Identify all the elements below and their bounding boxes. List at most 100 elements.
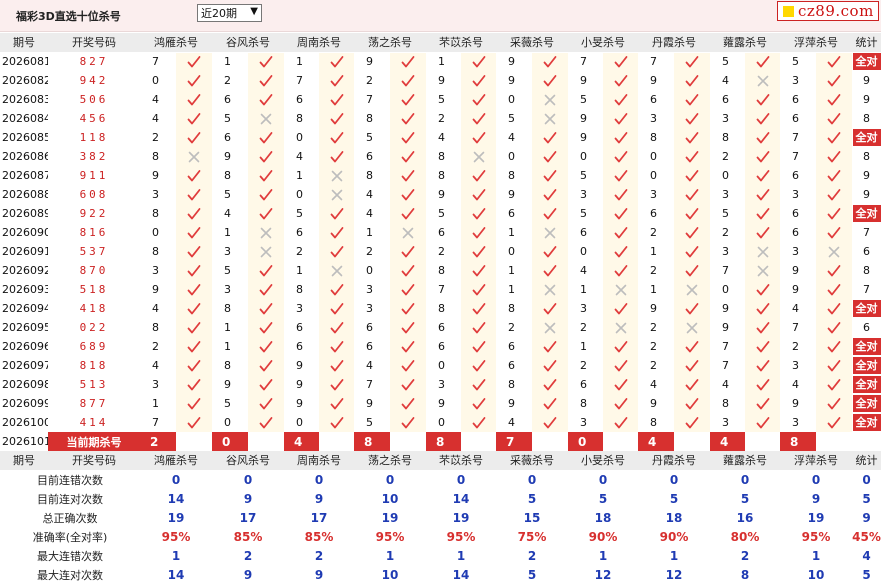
kill-number-cell: 5: [224, 188, 231, 201]
stats-value: 5: [568, 489, 638, 508]
stats-row: 目前连对次数 14 9 9 10 14 5 5 5 5 9 5: [0, 489, 881, 508]
result-mark-cell: [390, 261, 426, 280]
spacer-cell: [745, 432, 780, 451]
stats-value: 14: [140, 565, 212, 582]
current-kill-label: 当前期杀号: [48, 432, 140, 451]
kill-number-cell: 6: [366, 321, 373, 334]
check-mark-icon: [756, 131, 769, 143]
kill-number-cell: 4: [152, 112, 159, 125]
result-mark-cell: [248, 166, 284, 185]
check-mark-icon: [543, 169, 557, 181]
current-kill-number: 8: [780, 432, 816, 451]
check-mark-icon: [827, 112, 841, 124]
period-cell: 2026090: [2, 226, 48, 239]
check-mark-icon: [401, 340, 415, 352]
check-mark-icon: [259, 188, 273, 200]
result-mark-cell: [674, 242, 710, 261]
logo-square-icon: [783, 5, 794, 17]
result-mark-cell: [390, 280, 426, 299]
result-mark-cell: [603, 90, 638, 109]
kill-number-cell: 2: [152, 340, 159, 353]
spacer-cell: [248, 432, 284, 451]
check-mark-icon: [330, 112, 343, 124]
check-mark-icon: [543, 207, 557, 219]
kill-number-cell: 2: [366, 245, 373, 258]
kill-number-cell: 1: [296, 169, 303, 182]
stat-cell: 全对: [852, 204, 881, 223]
check-mark-icon: [401, 321, 415, 333]
check-mark-icon: [614, 169, 627, 181]
cross-mark-icon: [757, 246, 768, 257]
period-cell: 2026091: [2, 245, 48, 258]
col-header-expert: 谷风杀号: [212, 33, 284, 53]
kill-number-cell: 1: [508, 264, 515, 277]
kill-number-cell: 9: [508, 397, 515, 410]
check-mark-icon: [614, 131, 627, 143]
kill-number-cell: 8: [152, 207, 159, 220]
check-mark-icon: [756, 378, 769, 390]
col-header-expert: 荡之杀号: [354, 33, 426, 53]
check-mark-icon: [259, 150, 273, 162]
kill-number-cell: 3: [224, 245, 231, 258]
result-mark-cell: [603, 204, 638, 223]
result-mark-cell: [745, 261, 780, 280]
result-mark-cell: [603, 242, 638, 261]
draw-numbers-cell: 827: [79, 55, 109, 69]
kill-number-cell: 9: [792, 283, 799, 296]
draw-numbers-cell: 518: [79, 283, 109, 296]
stats-value: 1: [140, 546, 212, 565]
result-mark-cell: [532, 90, 568, 109]
draw-numbers-cell: 022: [79, 321, 109, 334]
result-mark-cell: [461, 166, 496, 185]
check-mark-icon: [543, 378, 557, 390]
check-mark-icon: [827, 226, 841, 238]
result-mark-cell: [674, 147, 710, 166]
kill-number-cell: 2: [152, 131, 159, 144]
check-mark-icon: [401, 188, 415, 200]
check-mark-icon: [472, 416, 485, 428]
stat-cell: 8: [863, 150, 870, 163]
site-logo[interactable]: cz89.com: [777, 1, 879, 21]
cross-mark-icon: [331, 265, 342, 276]
kill-number-cell: 2: [722, 150, 729, 163]
kill-number-cell: 7: [438, 283, 445, 296]
check-mark-icon: [543, 416, 557, 428]
cross-mark-icon: [544, 227, 556, 238]
draw-numbers-cell: 506: [79, 93, 109, 106]
kill-number-cell: 3: [580, 302, 587, 315]
kill-number-cell: 4: [366, 359, 373, 372]
result-mark-cell: [176, 90, 212, 109]
kill-number-cell: 9: [792, 397, 799, 410]
check-mark-icon: [685, 131, 699, 143]
stat-cell: 7: [863, 283, 870, 296]
check-mark-icon: [472, 245, 485, 257]
kill-number-cell: 7: [366, 93, 373, 106]
check-mark-icon: [401, 378, 415, 390]
check-mark-icon: [685, 340, 699, 352]
check-mark-icon: [685, 207, 699, 219]
kill-number-cell: 5: [580, 93, 587, 106]
kill-number-cell: 4: [650, 378, 657, 391]
check-mark-icon: [401, 112, 415, 124]
stats-value: 0: [568, 470, 638, 489]
stat-cell: 9: [863, 169, 870, 182]
result-mark-cell: [532, 128, 568, 147]
period-cell: 2026099: [2, 397, 48, 410]
result-mark-cell: [319, 185, 354, 204]
check-mark-icon: [472, 93, 485, 105]
kill-number-cell: 8: [152, 245, 159, 258]
result-mark-cell: [176, 185, 212, 204]
result-mark-cell: [248, 299, 284, 318]
result-mark-cell: [248, 128, 284, 147]
check-mark-icon: [756, 188, 769, 200]
kill-number-cell: 5: [366, 416, 373, 429]
col-header-expert: 丹霞杀号: [638, 451, 710, 471]
kill-number-cell: 8: [438, 264, 445, 277]
result-mark-cell: [319, 109, 354, 128]
period-range-select[interactable]: 近20期 ▼: [197, 4, 262, 22]
kill-number-cell: 4: [792, 378, 799, 391]
result-mark-cell: [603, 356, 638, 375]
check-mark-icon: [685, 93, 699, 105]
column-header-row: 期号 开奖号码 鸿雁杀号 谷风杀号 周南杀号 荡之杀号 芣苡杀号 采薇杀号 小旻杀号 丹霞杀号 蕹露…: [0, 33, 881, 53]
check-mark-icon: [330, 321, 343, 333]
